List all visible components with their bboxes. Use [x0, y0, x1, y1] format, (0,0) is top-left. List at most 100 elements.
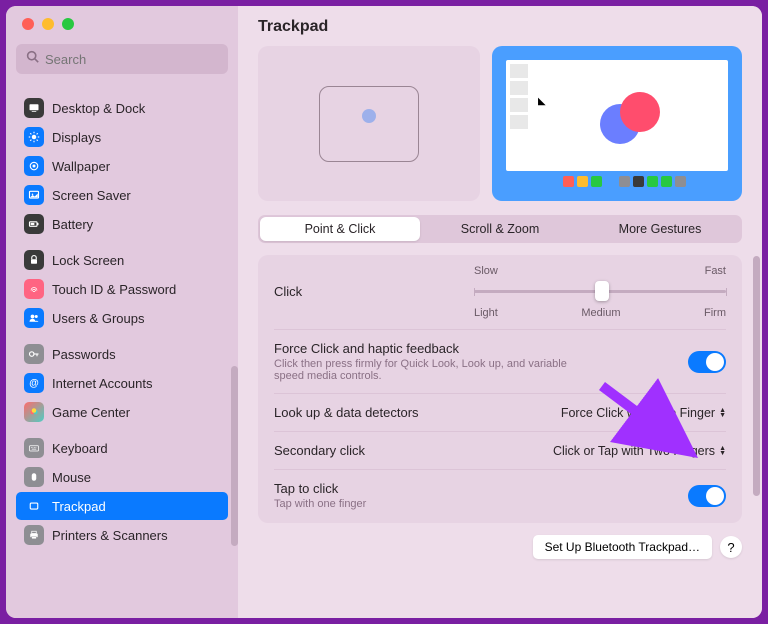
sidebar-item-users-groups[interactable]: Users & Groups — [16, 304, 228, 332]
settings-window: Desktop & Dock Displays Wallpaper Screen Sa… — [6, 6, 762, 618]
sidebar-item-mouse[interactable]: Mouse — [16, 463, 228, 491]
sidebar: Desktop & Dock Displays Wallpaper Screen Sa… — [6, 6, 238, 618]
sidebar-item-screen-saver[interactable]: Screen Saver — [16, 181, 228, 209]
slider-thumb[interactable] — [595, 281, 609, 301]
click-label: Click — [274, 284, 474, 299]
secondary-value: Click or Tap with Two Fingers — [553, 444, 715, 458]
screen-preview: ◣ — [492, 46, 742, 201]
dock-item-icon — [549, 176, 560, 187]
close-button[interactable] — [22, 18, 34, 30]
mouse-icon — [24, 467, 44, 487]
lookup-row: Look up & data detectors Force Click wit… — [274, 393, 726, 431]
sidebar-item-keyboard[interactable]: Keyboard — [16, 434, 228, 462]
click-light-label: Light — [474, 307, 498, 319]
minimize-button[interactable] — [42, 18, 54, 30]
users-icon — [24, 308, 44, 328]
battery-icon — [24, 214, 44, 234]
secondary-dropdown[interactable]: Click or Tap with Two Fingers ▲▼ — [553, 444, 726, 458]
sidebar-item-label: Internet Accounts — [52, 376, 152, 391]
speed-fast-label: Fast — [705, 265, 726, 277]
lookup-value: Force Click with One Finger — [561, 406, 715, 420]
keyboard-icon — [24, 438, 44, 458]
dock-item-icon — [647, 176, 658, 187]
tap-to-click-row: Tap to click Tap with one finger — [274, 469, 726, 521]
sidebar-item-passwords[interactable]: Passwords — [16, 340, 228, 368]
sidebar-item-battery[interactable]: Battery — [16, 210, 228, 238]
sidebar-item-wallpaper[interactable]: Wallpaper — [16, 152, 228, 180]
lookup-title: Look up & data detectors — [274, 405, 561, 420]
secondary-click-row: Secondary click Click or Tap with Two Fi… — [274, 431, 726, 469]
sidebar-item-touch-id-password[interactable]: Touch ID & Password — [16, 275, 228, 303]
content-scrollbar[interactable] — [753, 256, 760, 496]
maximize-button[interactable] — [62, 18, 74, 30]
touchid-icon — [24, 279, 44, 299]
force-click-toggle[interactable] — [688, 351, 726, 373]
sidebar-item-label: Game Center — [52, 405, 130, 420]
sidebar-scrollbar[interactable] — [231, 366, 238, 546]
dock-item-icon — [591, 176, 602, 187]
content-area: Trackpad ◣ — [238, 6, 762, 618]
sidebar-item-lock-screen[interactable]: Lock Screen — [16, 246, 228, 274]
sidebar-item-label: Touch ID & Password — [52, 282, 176, 297]
sidebar-item-label: Wallpaper — [52, 159, 110, 174]
sidebar-item-internet-accounts[interactable]: @Internet Accounts — [16, 369, 228, 397]
tab-more-gestures[interactable]: More Gestures — [580, 217, 740, 241]
lock-icon — [24, 250, 44, 270]
key-icon — [24, 344, 44, 364]
sidebar-item-label: Keyboard — [52, 441, 108, 456]
touch-dot-icon — [362, 109, 376, 123]
bottom-bar: Set Up Bluetooth Trackpad… ? — [258, 535, 742, 559]
setup-bluetooth-button[interactable]: Set Up Bluetooth Trackpad… — [533, 535, 712, 559]
sidebar-item-label: Desktop & Dock — [52, 101, 145, 116]
tab-point-click[interactable]: Point & Click — [260, 217, 420, 241]
preview-sidebar — [510, 64, 528, 167]
search-box[interactable] — [16, 44, 228, 74]
dock-item-icon — [577, 176, 588, 187]
click-slider[interactable] — [474, 281, 726, 301]
dock-item-icon — [633, 176, 644, 187]
help-button[interactable]: ? — [720, 536, 742, 558]
force-click-sub: Click then press firmly for Quick Look, … — [274, 358, 594, 382]
chevron-updown-icon: ▲▼ — [719, 408, 726, 418]
settings-panel: Slow Fast Click Light Medium Firm — [258, 255, 742, 523]
preview-canvas: ◣ — [534, 64, 724, 167]
dock-item-icon — [661, 176, 672, 187]
trackpad-preview — [258, 46, 480, 201]
tab-scroll-zoom[interactable]: Scroll & Zoom — [420, 217, 580, 241]
lookup-dropdown[interactable]: Force Click with One Finger ▲▼ — [561, 406, 726, 420]
dock-item-icon — [563, 176, 574, 187]
force-click-row: Force Click and haptic feedback Click th… — [274, 329, 726, 393]
preview-dock — [506, 176, 728, 187]
page-title: Trackpad — [258, 18, 742, 36]
desktop-icon — [24, 98, 44, 118]
wallpaper-icon — [24, 156, 44, 176]
tab-bar: Point & ClickScroll & ZoomMore Gestures — [258, 215, 742, 243]
preview-row: ◣ — [258, 46, 742, 201]
sidebar-item-label: Screen Saver — [52, 188, 131, 203]
sidebar-item-label: Printers & Scanners — [52, 528, 168, 543]
sidebar-item-game-center[interactable]: Game Center — [16, 398, 228, 426]
screensaver-icon — [24, 185, 44, 205]
sidebar-item-label: Trackpad — [52, 499, 106, 514]
secondary-title: Secondary click — [274, 443, 553, 458]
gamecenter-icon — [24, 402, 44, 422]
sidebar-item-label: Mouse — [52, 470, 91, 485]
dock-item-icon — [605, 176, 616, 187]
red-circle-icon — [620, 92, 660, 132]
trackpad-graphic — [319, 86, 419, 162]
chevron-updown-icon: ▲▼ — [719, 446, 726, 456]
sidebar-item-trackpad[interactable]: Trackpad — [16, 492, 228, 520]
sidebar-item-displays[interactable]: Displays — [16, 123, 228, 151]
dock-item-icon — [675, 176, 686, 187]
sidebar-item-label: Battery — [52, 217, 93, 232]
search-input[interactable] — [45, 52, 221, 67]
tap-title: Tap to click — [274, 481, 688, 496]
sidebar-item-printers-scanners[interactable]: Printers & Scanners — [16, 521, 228, 549]
speed-slow-label: Slow — [474, 265, 498, 277]
sidebar-item-label: Passwords — [52, 347, 116, 362]
sidebar-item-label: Lock Screen — [52, 253, 124, 268]
tap-sub: Tap with one finger — [274, 498, 594, 510]
tap-toggle[interactable] — [688, 485, 726, 507]
display-icon — [24, 127, 44, 147]
sidebar-item-desktop-dock[interactable]: Desktop & Dock — [16, 94, 228, 122]
